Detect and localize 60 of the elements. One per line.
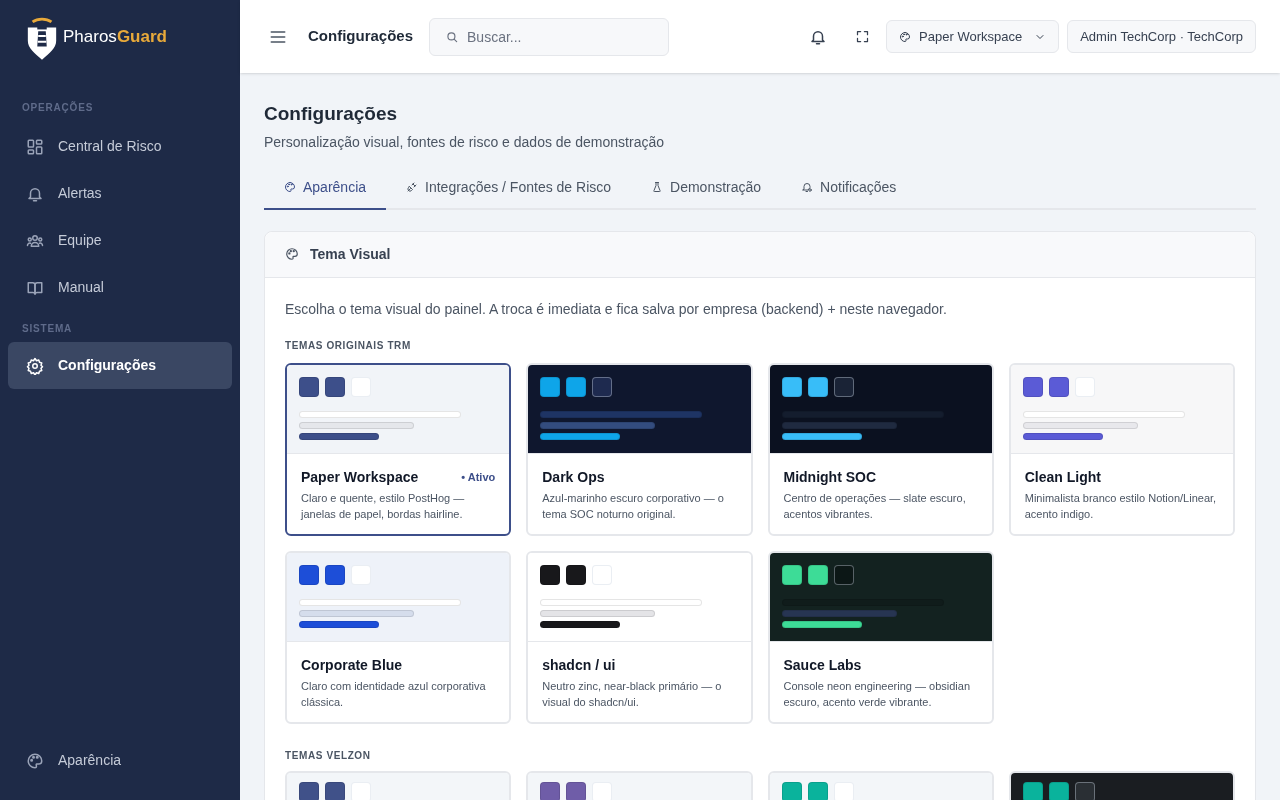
page-subtitle: Personalização visual, fontes de risco e dados de demonstração: [264, 132, 665, 152]
nav-item[interactable]: Configurações: [8, 342, 232, 389]
nav-item[interactable]: Equipe: [8, 217, 232, 264]
account-button[interactable]: Admin TechCorp · TechCorp: [1067, 20, 1256, 53]
theme-name: Sauce Labs: [783, 655, 862, 675]
panel-description: Escolha o tema visual do painel. A troca é imediata e fica salva por empresa (backend) + neste navegador.: [285, 299, 948, 319]
section-label: TEMAS ORIGINAIS TRM: [285, 338, 412, 353]
palette-icon: [285, 247, 299, 261]
tab[interactable]: Aparência: [264, 176, 387, 210]
theme-description: Minimalista branco estilo Notion/Linear, acento indigo.: [1024, 490, 1218, 522]
theme-description: Neutro zinc, near-black primário — o visual do shadcn/ui.: [542, 678, 723, 710]
palette-icon: [899, 30, 912, 43]
palette-icon: [284, 181, 296, 193]
tab[interactable]: Integrações / Fontes de Risco: [386, 176, 632, 210]
theme-dropdown[interactable]: Paper Workspace: [886, 20, 1060, 53]
plug-icon: [406, 181, 419, 193]
theme-card[interactable]: Clean Light Minimalista branco estilo Notion/Linear, acento indigo.: [1008, 362, 1235, 536]
flask-icon: [651, 181, 664, 193]
theme-card[interactable]: shadcn / ui Neutro zinc, near-black primário — o visual do shadcn/ui.: [526, 550, 753, 724]
nav-item[interactable]: Central de Risco: [8, 123, 232, 170]
panel-title: Tema Visual: [310, 244, 391, 264]
theme-card[interactable]: Dark Ops Azul-marinho escuro corporativo — o tema SOC noturno original.: [526, 362, 753, 536]
bell-gear-icon: [801, 181, 814, 193]
page-title: Configurações: [264, 102, 399, 126]
theme-name: Corporate Blue: [301, 655, 403, 675]
settings-icon: [26, 356, 44, 375]
header-title: Configurações: [308, 26, 413, 47]
nav-item[interactable]: Manual: [8, 264, 232, 311]
search-field[interactable]: Buscar...: [429, 17, 669, 56]
theme-card[interactable]: Corporate Blue Claro com identidade azul corporativa clássica.: [285, 550, 512, 724]
theme-name: Clean Light: [1024, 467, 1101, 487]
tab[interactable]: Demonstração: [631, 176, 782, 210]
theme-description: Centro de operações — slate escuro, acentos vibrantes.: [783, 490, 967, 522]
theme-name: Paper Workspace: [301, 467, 419, 487]
theme-name: Midnight SOC: [783, 467, 877, 487]
active-label: • Ativo: [461, 469, 496, 485]
tab[interactable]: Notificações: [781, 176, 917, 210]
section-label: SISTEMA: [21, 322, 74, 336]
nav-item[interactable]: Alertas: [8, 170, 232, 217]
nav-item[interactable]: Aparência: [0, 737, 240, 784]
fullscreen-icon: [855, 29, 871, 44]
theme-card[interactable]: Sauce Labs Console neon engineering — obsidian escuro, acento verde vibrante.: [767, 550, 994, 724]
color-swatch: [592, 376, 613, 397]
color-swatch: [833, 564, 854, 585]
brand-name: PharosGuard: [63, 26, 167, 49]
color-swatch: [1074, 781, 1095, 800]
theme-name: Dark Ops: [542, 467, 605, 487]
theme-description: Claro com identidade azul corporativa clássica.: [301, 678, 487, 710]
theme-description: Claro e quente, estilo PostHog — janelas de papel, bordas hairline.: [301, 490, 466, 522]
search-icon: [445, 29, 459, 44]
color-swatch: [833, 376, 854, 397]
theme-description: Console neon engineering — obsidian escuro, acento verde vibrante.: [783, 678, 972, 710]
palette-icon: [26, 751, 44, 770]
section-label: TEMAS VELZON: [285, 748, 372, 763]
theme-description: Azul-marinho escuro corporativo — o tema SOC noturno original.: [542, 490, 725, 522]
theme-card[interactable]: Midnight SOC Centro de operações — slate escuro, acentos vibrantes.: [767, 362, 994, 536]
theme-name: shadcn / ui: [542, 655, 616, 675]
theme-card[interactable]: Paper Workspace • Ativo Claro e quente, estilo PostHog — janelas de papel, bordas hairline.: [285, 362, 512, 536]
section-label: OPERAÇÕES: [21, 100, 95, 115]
dashboard-icon: [26, 137, 44, 156]
